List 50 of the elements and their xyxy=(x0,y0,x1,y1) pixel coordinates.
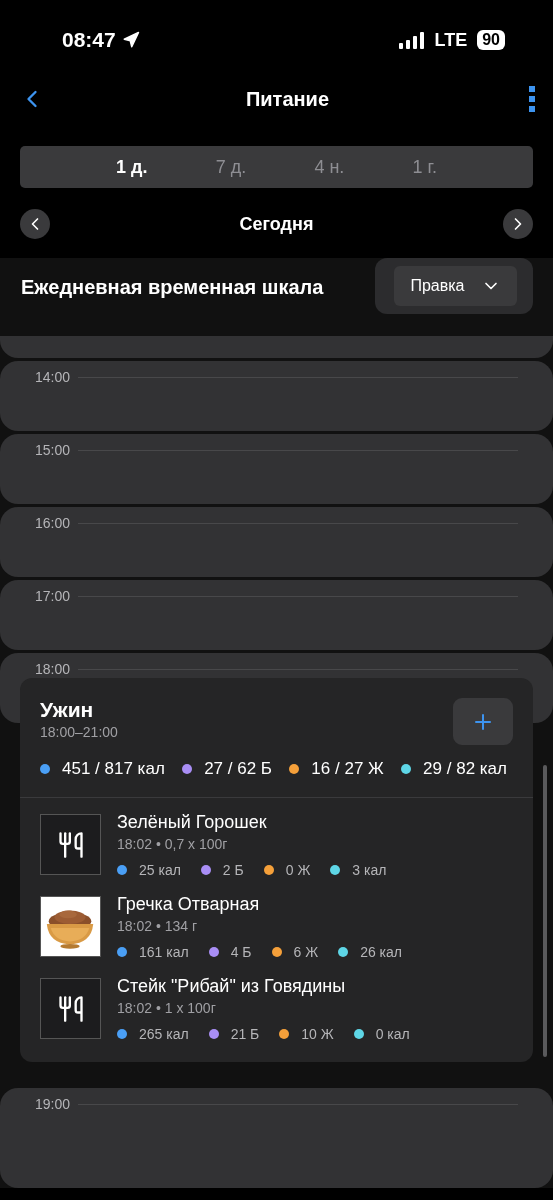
nutrient-total: 29 / 82 кал xyxy=(423,759,507,779)
utensils-icon xyxy=(56,830,85,859)
hour-label: 14:00 xyxy=(35,369,71,385)
food-name: Зелёный Горошек xyxy=(117,812,268,833)
nutrient-total: 451 / 817 кал xyxy=(62,759,165,779)
period-tab[interactable]: 1 д. xyxy=(108,152,156,182)
nutrient-value: 0 кал xyxy=(375,1026,410,1042)
nutrient-value: 0 Ж xyxy=(285,862,311,878)
food-detail: 18:02 • 1 x 100г xyxy=(117,1000,217,1016)
more-button[interactable] xyxy=(529,86,535,112)
food-item[interactable]: Зелёный Горошек 18:02 • 0,7 x 100г 25 кал 2 Б 0 Ж 3 кал xyxy=(40,814,513,878)
next-day-button[interactable] xyxy=(503,209,533,239)
food-detail: 18:02 • 134 г xyxy=(117,918,199,934)
nutrient-value: 3 кал xyxy=(352,862,387,878)
nutrient-value: 26 кал xyxy=(360,944,402,960)
location-arrow-icon xyxy=(121,31,140,49)
date-label: Сегодня xyxy=(239,213,314,235)
add-button[interactable] xyxy=(453,698,513,745)
signal-icon xyxy=(398,31,425,49)
nutrient-value: 2 Б xyxy=(222,862,244,878)
previous-day-button[interactable] xyxy=(20,209,50,239)
nutrient-total: 27 / 62 Б xyxy=(204,759,272,779)
meal-title: Ужин xyxy=(40,698,95,722)
nutrient-value: 6 Ж xyxy=(293,944,319,960)
food-name: Стейк "Рибай" из Говядины xyxy=(117,976,347,997)
nutrient-value: 25 кал xyxy=(139,862,181,878)
nutrient-value: 265 кал xyxy=(139,1026,189,1042)
nutrient-total: 16 / 27 Ж xyxy=(311,759,384,779)
nutrient-value: 161 кал xyxy=(139,944,189,960)
food-item[interactable]: Стейк "Рибай" из Говядины 18:02 • 1 x 100г 265 кал 21 Б 10 Ж 0 кал xyxy=(40,978,513,1042)
edit-dropdown[interactable]: Правка xyxy=(394,266,517,306)
food-item[interactable]: Гречка Отварная 18:02 • 134 г 161 кал 4 Б 6 Ж 26 кал xyxy=(40,896,513,960)
section-title: Ежедневная временная шкала xyxy=(21,276,324,299)
nutrient-value: 4 Б xyxy=(230,944,252,960)
food-name: Гречка Отварная xyxy=(117,894,261,915)
hour-label: 15:00 xyxy=(35,442,71,458)
hour-label: 19:00 xyxy=(35,1096,71,1112)
clock-time: 08:47 xyxy=(62,28,116,52)
hour-label: 17:00 xyxy=(35,588,71,604)
food-detail: 18:02 • 0,7 x 100г xyxy=(117,836,229,852)
hour-label: 18:00 xyxy=(35,661,71,677)
nutrient-value: 10 Ж xyxy=(301,1026,334,1042)
hour-label: 16:00 xyxy=(35,515,71,531)
meal-time: 18:00–21:00 xyxy=(40,724,118,740)
network-label: LTE xyxy=(434,29,468,51)
page-title: Питание xyxy=(245,87,330,111)
period-tab[interactable]: 7 д. xyxy=(207,152,255,182)
battery-level: 90 xyxy=(477,30,505,50)
utensils-icon xyxy=(56,994,85,1023)
nutrient-value: 21 Б xyxy=(230,1026,260,1042)
